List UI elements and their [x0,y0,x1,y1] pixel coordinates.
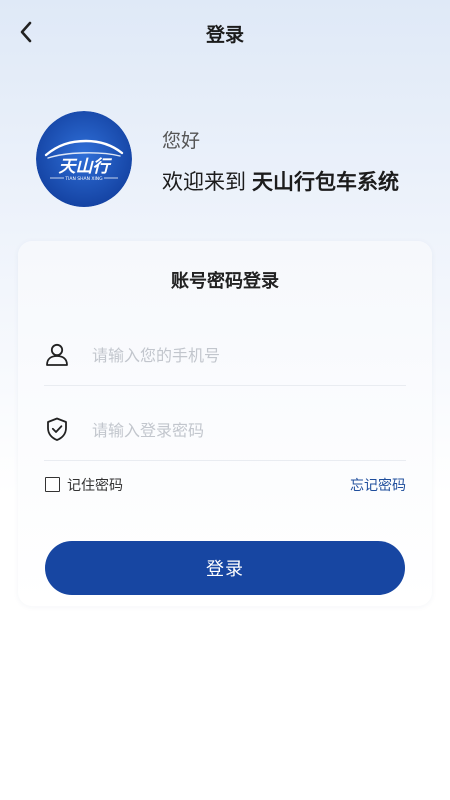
login-button[interactable]: 登录 [45,541,405,595]
remember-label[interactable]: 记住密码 [67,475,123,495]
logo-text: 天山行 [59,157,113,177]
greeting-text: 您好 [162,130,201,152]
app-logo: 天山行 TIAN SHAN XING [36,111,132,207]
logo-subtext: TIAN SHAN XING [64,176,103,182]
card-title: 账号密码登录 [171,271,279,292]
page-title: 登录 [205,24,244,46]
password-field-row [44,400,406,461]
nav-bar: 登录 [0,0,450,64]
phone-field-row [44,325,406,386]
shield-check-icon [47,417,67,441]
user-icon [46,343,68,366]
password-input[interactable] [90,412,394,448]
welcome-text: 欢迎来到 天山行包车系统 [162,166,399,196]
welcome-prefix: 欢迎来到 [162,170,246,194]
remember-row: 记住密码 忘记密码 [44,473,406,499]
remember-checkbox[interactable] [45,477,60,492]
app-name: 天山行包车系统 [252,170,399,194]
phone-input[interactable] [90,337,394,373]
forgot-password-link[interactable]: 忘记密码 [350,475,406,495]
